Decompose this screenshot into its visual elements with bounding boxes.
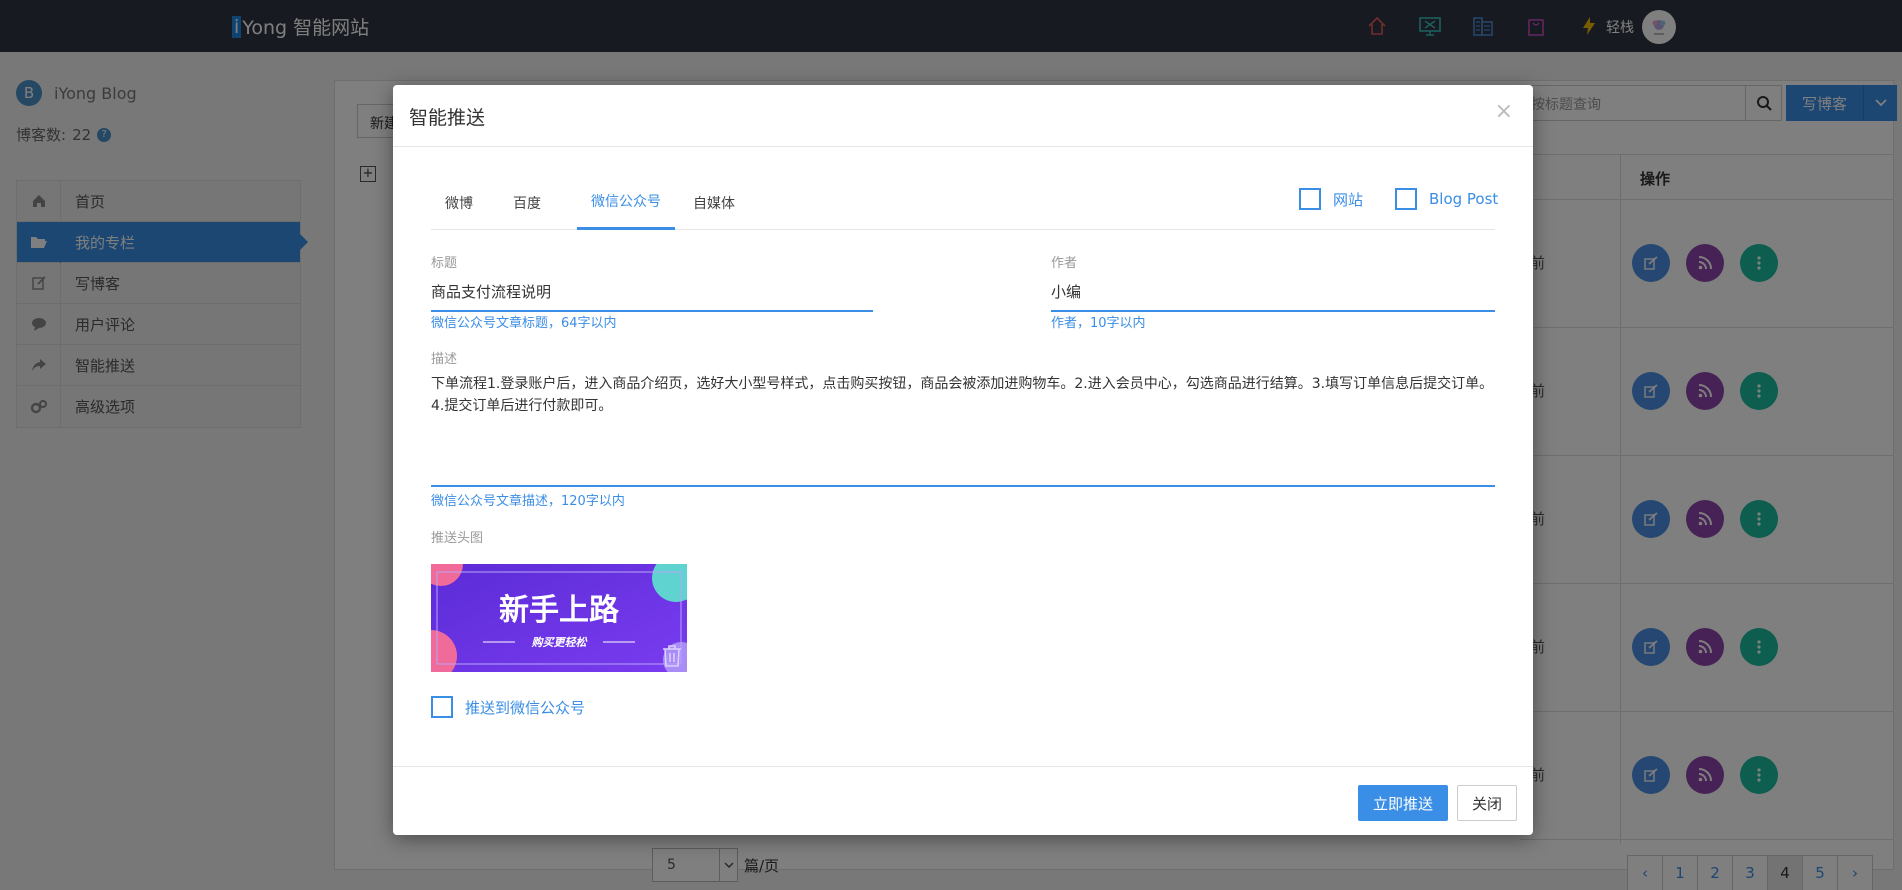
push-wechat-label: 推送到微信公众号 — [465, 698, 586, 717]
close-icon[interactable]: × — [1495, 99, 1513, 124]
title-input[interactable]: 商品支付流程说明 — [431, 281, 873, 312]
blogpost-checkbox[interactable]: Blog Post — [1395, 188, 1498, 210]
push-wechat-checkbox[interactable]: 推送到微信公众号 — [431, 696, 585, 718]
tab-media[interactable]: 自媒体 — [679, 175, 749, 230]
checkbox-box[interactable] — [1299, 188, 1321, 210]
cover-image[interactable]: 新手上路 购买更轻松 — [405, 542, 700, 682]
cover-subtitle: 购买更轻松 — [531, 636, 589, 649]
modal-footer: 立即推送 关闭 — [393, 766, 1533, 835]
title-hint: 微信公众号文章标题，64字以内 — [431, 316, 617, 331]
cover-label: 推送头图 — [431, 531, 484, 546]
checkbox-box[interactable] — [431, 696, 453, 718]
site-checkbox[interactable]: 网站 — [1299, 188, 1363, 210]
site-checkbox-label: 网站 — [1333, 190, 1364, 209]
cover-title: 新手上路 — [499, 593, 620, 628]
author-hint: 作者，10字以内 — [1051, 316, 1146, 331]
smart-push-modal: 智能推送 × 微博 百度 微信公众号 自媒体 网站 Blog Post 标题 商… — [393, 85, 1533, 835]
modal-header: 智能推送 × — [393, 85, 1533, 147]
description-label: 描述 — [431, 352, 458, 367]
description-hint: 微信公众号文章描述，120字以内 — [431, 494, 625, 509]
close-button[interactable]: 关闭 — [1457, 785, 1517, 821]
description-textarea[interactable]: 下单流程1.登录账户后，进入商品介绍页，选好大小型号样式，点击购买按钮，商品会被… — [431, 373, 1495, 487]
checkbox-box[interactable] — [1395, 188, 1417, 210]
author-input[interactable]: 小编 — [1051, 281, 1495, 312]
author-label: 作者 — [1051, 256, 1078, 271]
tab-baidu[interactable]: 百度 — [499, 175, 555, 230]
push-now-button[interactable]: 立即推送 — [1358, 785, 1448, 821]
modal-title: 智能推送 — [409, 107, 486, 129]
blogpost-checkbox-label: Blog Post — [1429, 190, 1499, 208]
tab-weibo[interactable]: 微博 — [431, 175, 487, 230]
trash-icon — [663, 645, 681, 667]
tab-wechat[interactable]: 微信公众号 — [577, 175, 675, 230]
title-label: 标题 — [431, 256, 458, 271]
